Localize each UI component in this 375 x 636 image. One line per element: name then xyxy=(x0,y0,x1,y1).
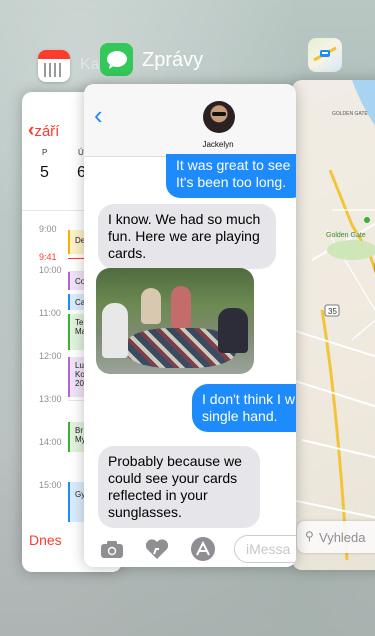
incoming-message[interactable]: Probably because we could see your cards… xyxy=(98,446,260,528)
messages-app-card[interactable]: ‹ Jackelyn It was great to see It's been… xyxy=(84,84,296,567)
imessage-placeholder: iMessa xyxy=(246,541,291,557)
photo-person xyxy=(218,308,248,353)
imessage-input-field[interactable]: iMessa xyxy=(234,535,296,563)
map-canvas: GOLDEN GATE Golden Gate 35 1 xyxy=(292,80,375,561)
photo-person xyxy=(102,303,128,358)
contact-avatar[interactable] xyxy=(203,101,235,133)
maps-search-placeholder: Vyhleda xyxy=(319,530,366,545)
hour-label: 12:00 xyxy=(39,351,62,361)
weekday-letter: Ú xyxy=(78,148,84,157)
today-button[interactable]: Dnes xyxy=(29,532,62,548)
outgoing-message[interactable]: I don't think I w single hand. xyxy=(192,384,296,432)
speech-bubble-icon xyxy=(106,50,127,69)
calendar-app-icon[interactable] xyxy=(38,50,70,82)
weekday-letter: P xyxy=(42,148,48,157)
hour-label: 10:00 xyxy=(39,265,62,275)
hour-label: 15:00 xyxy=(39,480,62,490)
camera-icon[interactable] xyxy=(100,539,124,559)
calendar-app-label: Ka xyxy=(80,56,100,73)
current-time-label: 9:41 xyxy=(39,252,57,262)
back-chevron-icon[interactable]: ‹ xyxy=(94,100,103,131)
maps-app-card[interactable]: GOLDEN GATE Golden Gate 35 1 ⚲ Vyhleda xyxy=(292,80,375,570)
messages-app-icon[interactable] xyxy=(100,43,133,76)
hour-label: 14:00 xyxy=(39,437,62,447)
calendar-back-button[interactable]: ‹září xyxy=(28,120,59,142)
shared-photo[interactable] xyxy=(96,268,254,374)
map-route-icon xyxy=(313,46,337,62)
conversation-header: ‹ Jackelyn xyxy=(84,84,296,157)
outgoing-message[interactable]: It was great to see It's been too long. xyxy=(166,154,296,198)
calendar-header-bar xyxy=(38,50,70,59)
hour-label: 11:00 xyxy=(39,308,61,318)
route-shield-label: 35 xyxy=(328,307,337,316)
message-input-toolbar: iMessa xyxy=(84,528,296,567)
day-number[interactable]: 5 xyxy=(40,164,49,182)
messages-app-label: Zprávy xyxy=(142,49,204,71)
calendar-month-label: září xyxy=(34,123,60,140)
photo-person xyxy=(171,286,191,328)
incoming-message[interactable]: I know. We had so much fun. Here we are … xyxy=(98,204,276,269)
hour-label: 9:00 xyxy=(39,224,57,234)
hour-label: 13:00 xyxy=(39,394,62,404)
maps-search-bar[interactable]: ⚲ Vyhleda xyxy=(297,521,375,553)
maps-app-icon[interactable] xyxy=(308,38,342,72)
contact-name: Jackelyn xyxy=(202,140,234,149)
sunglasses xyxy=(212,112,226,116)
calendar-grid-icon xyxy=(44,63,64,77)
map-label: Golden Gate xyxy=(326,232,366,239)
app-store-icon[interactable] xyxy=(190,536,216,562)
photo-person xyxy=(141,288,161,324)
search-icon: ⚲ xyxy=(305,529,314,543)
digital-touch-icon[interactable] xyxy=(144,538,170,560)
map-label: GOLDEN GATE xyxy=(332,111,368,117)
